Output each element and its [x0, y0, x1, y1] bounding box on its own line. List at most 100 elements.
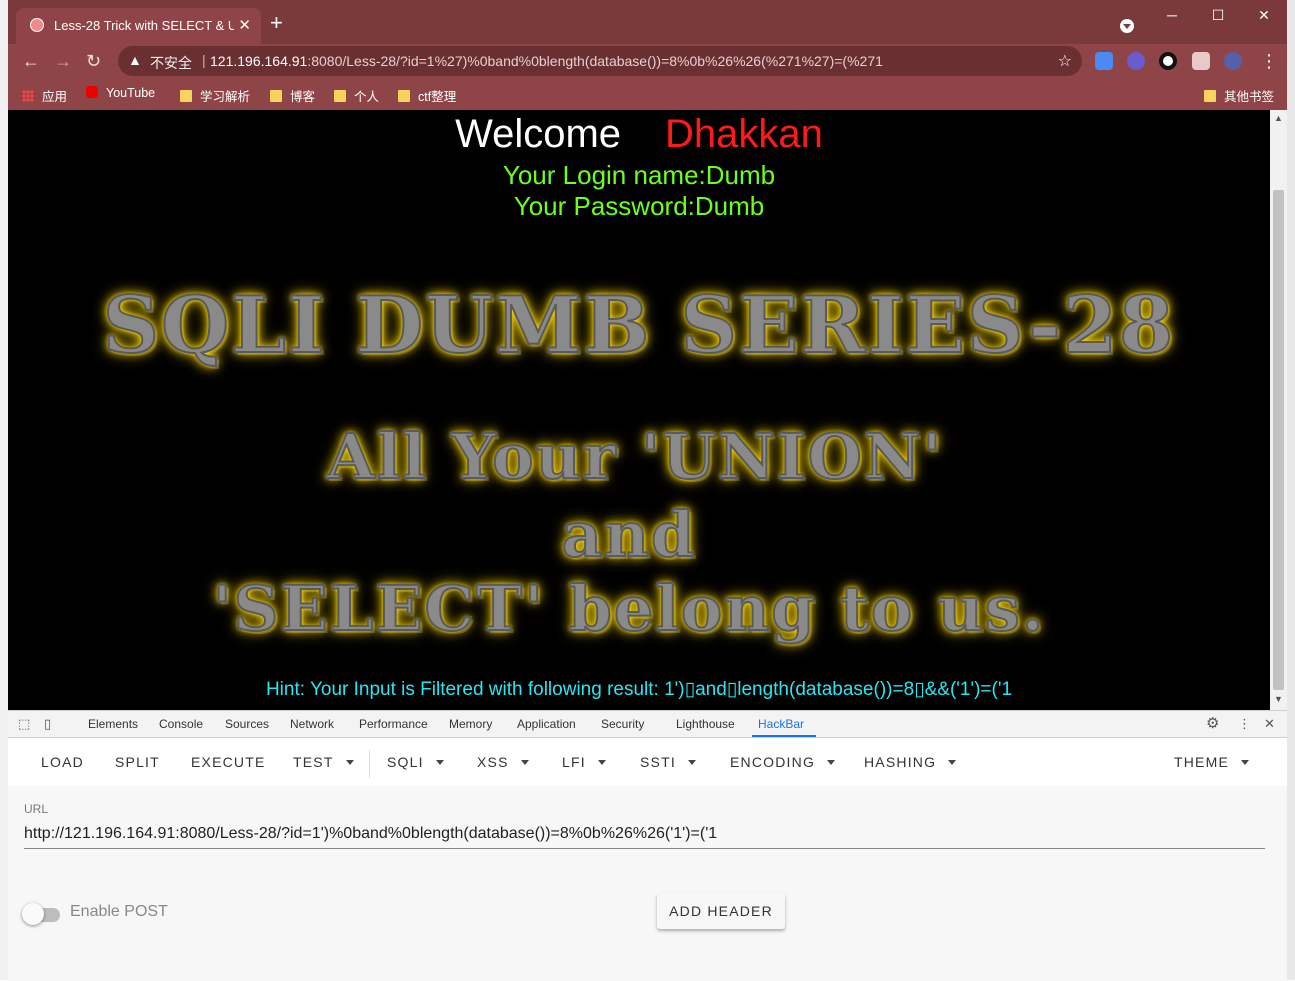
- active-tab-indicator: [752, 735, 816, 737]
- tab-lighthouse[interactable]: Lighthouse: [676, 717, 735, 731]
- browser-chrome: Less-28 Trick with SELECT & UNION ✕ + ─☐…: [8, 0, 1287, 110]
- tab-hackbar[interactable]: HackBar: [758, 717, 804, 731]
- translate-extension-icon[interactable]: [1095, 52, 1113, 70]
- navigation-bar: ← → ↻ ▲ 不安全 | 121.196.164.91:8080/Less-2…: [8, 44, 1287, 80]
- execute-button[interactable]: EXECUTE: [191, 754, 266, 770]
- close-window-button[interactable]: ✕: [1241, 0, 1287, 30]
- encoding-label: ENCODING: [730, 754, 816, 770]
- hashing-label: HASHING: [864, 754, 937, 770]
- warning-icon[interactable]: ▲: [128, 52, 142, 68]
- bookmark-star-icon[interactable]: ☆: [1058, 51, 1072, 71]
- bookmark-other[interactable]: 其他书签: [1204, 86, 1274, 105]
- back-button[interactable]: ←: [22, 50, 40, 72]
- extension-owl-icon[interactable]: [1127, 52, 1145, 70]
- bookmark-label: 应用: [42, 90, 68, 104]
- hackbar-body: URL Enable POST ADD HEADER: [8, 786, 1287, 981]
- split-button[interactable]: SPLIT: [115, 754, 160, 770]
- xss-dropdown[interactable]: XSS: [477, 754, 529, 770]
- bookmarks-bar: 应用 YouTube 学习解析 博客 个人 ctf整理 其他书签: [8, 80, 1287, 110]
- reload-button[interactable]: ↻: [86, 50, 101, 72]
- scroll-down-arrow-icon[interactable]: ▼: [1274, 694, 1283, 704]
- lfi-label: LFI: [562, 754, 586, 770]
- bookmark-label: 学习解析: [200, 90, 251, 104]
- tab-search-icon[interactable]: [1120, 19, 1134, 33]
- tab-title: Less-28 Trick with SELECT & UNION: [54, 18, 234, 33]
- enable-post-toggle-knob[interactable]: [22, 903, 44, 925]
- folder-icon: [398, 90, 410, 102]
- tab-network[interactable]: Network: [290, 717, 334, 731]
- new-tab-button[interactable]: +: [270, 12, 283, 34]
- devtools-more-icon[interactable]: ⋮: [1238, 716, 1251, 732]
- tab-performance[interactable]: Performance: [359, 717, 428, 731]
- tab-close-icon[interactable]: ✕: [238, 16, 251, 34]
- welcome-heading: Welcome Dhakkan: [8, 112, 1270, 157]
- tab-memory[interactable]: Memory: [449, 717, 492, 731]
- load-button[interactable]: LOAD: [41, 754, 84, 770]
- scroll-up-arrow-icon[interactable]: ▲: [1274, 113, 1283, 123]
- extension-circle-icon[interactable]: [1159, 52, 1177, 70]
- apps-grid-icon: [22, 90, 34, 102]
- youtube-icon: [86, 86, 98, 98]
- welcome-text: Welcome: [455, 112, 622, 156]
- url-host: 121.196.164.91: [210, 53, 308, 69]
- browser-menu-icon[interactable]: ⋮: [1260, 50, 1278, 72]
- bookmark-folder-personal[interactable]: 个人: [334, 86, 379, 105]
- encoding-dropdown[interactable]: ENCODING: [730, 754, 836, 770]
- extensions-puzzle-icon[interactable]: [1192, 52, 1210, 70]
- add-header-button[interactable]: ADD HEADER: [657, 893, 785, 929]
- bookmark-youtube[interactable]: YouTube: [86, 86, 155, 100]
- address-separator: |: [202, 52, 206, 68]
- tab-application[interactable]: Application: [517, 717, 576, 731]
- tab-elements[interactable]: Elements: [88, 717, 138, 731]
- address-url[interactable]: 121.196.164.91:8080/Less-28/?id=1%27)%0b…: [210, 53, 883, 69]
- address-bar[interactable]: ▲ 不安全 | 121.196.164.91:8080/Less-28/?id=…: [118, 46, 1082, 76]
- bookmark-folder-blog[interactable]: 博客: [270, 86, 315, 105]
- bookmark-folder-ctf[interactable]: ctf整理: [398, 86, 456, 105]
- toolbar-divider: [369, 750, 370, 778]
- minimize-button[interactable]: ─: [1149, 0, 1195, 30]
- device-toolbar-icon[interactable]: ▯: [44, 716, 51, 732]
- caret-down-icon: [597, 760, 606, 765]
- profile-avatar[interactable]: [1224, 52, 1242, 70]
- browser-tab[interactable]: Less-28 Trick with SELECT & UNION ✕: [16, 8, 261, 44]
- forward-button[interactable]: →: [54, 50, 72, 72]
- tab-sources[interactable]: Sources: [225, 717, 269, 731]
- hashing-dropdown[interactable]: HASHING: [864, 754, 957, 770]
- devtools-close-icon[interactable]: ✕: [1264, 716, 1275, 732]
- filter-hint: Hint: Your Input is Filtered with follow…: [265, 679, 1013, 700]
- gear-icon[interactable]: ⚙: [1206, 714, 1219, 732]
- page-viewport: Welcome Dhakkan Your Login name:Dumb Your…: [8, 110, 1270, 710]
- caret-down-icon: [435, 760, 444, 765]
- background-window-edge: [0, 0, 8, 980]
- caret-down-icon: [520, 760, 529, 765]
- tab-security[interactable]: Security: [601, 717, 644, 731]
- inspect-element-icon[interactable]: ⬚: [18, 716, 30, 732]
- page-scrollbar-thumb[interactable]: [1273, 190, 1284, 690]
- sqli-dropdown[interactable]: SQLI: [387, 754, 444, 770]
- ssti-dropdown[interactable]: SSTI: [640, 754, 696, 770]
- banner-line-select: 'SELECT' belong to us.: [212, 571, 1046, 646]
- caret-down-icon: [1241, 760, 1249, 765]
- sqli-label: SQLI: [387, 754, 424, 770]
- banner-line-and: and: [561, 497, 697, 572]
- test-dropdown[interactable]: TEST: [293, 754, 354, 770]
- theme-dropdown[interactable]: THEME: [1174, 754, 1249, 770]
- bookmark-folder-study[interactable]: 学习解析: [180, 86, 250, 105]
- enable-post-label: Enable POST: [70, 903, 168, 920]
- security-label[interactable]: 不安全: [150, 53, 192, 73]
- url-field[interactable]: [24, 820, 1265, 849]
- folder-icon: [270, 90, 282, 102]
- bookmark-label: YouTube: [106, 86, 156, 100]
- tab-console[interactable]: Console: [159, 717, 203, 731]
- banner-line-union: All Your 'UNION': [326, 419, 944, 494]
- url-field-label: URL: [24, 802, 49, 816]
- bookmark-apps[interactable]: 应用: [22, 86, 67, 105]
- xss-label: XSS: [477, 754, 509, 770]
- banner-title: SQLI DUMB SERIES-28: [102, 279, 1176, 372]
- lfi-dropdown[interactable]: LFI: [562, 754, 606, 770]
- caret-down-icon: [345, 760, 354, 765]
- caret-down-icon: [687, 760, 696, 765]
- test-label: TEST: [293, 754, 334, 770]
- ssti-label: SSTI: [640, 754, 676, 770]
- maximize-button[interactable]: ☐: [1195, 0, 1241, 30]
